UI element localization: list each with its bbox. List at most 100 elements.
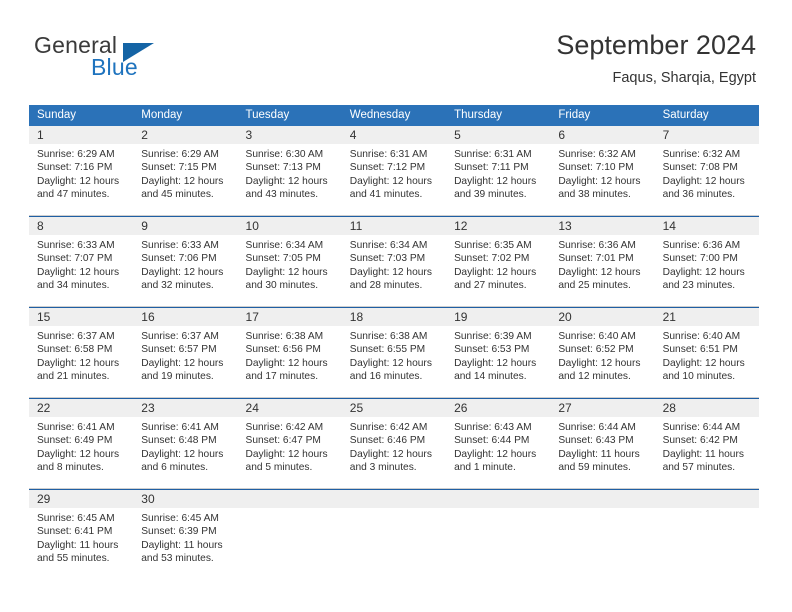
day-number [446, 490, 551, 508]
day-cell-empty [446, 490, 551, 565]
day-number: 23 [133, 399, 238, 417]
sunrise-text: Sunrise: 6:35 AM [454, 240, 532, 251]
day-number: 21 [654, 308, 759, 326]
day-info [238, 508, 342, 512]
day-cell[interactable]: 26 Sunrise: 6:43 AM Sunset: 6:44 PM Dayl… [446, 399, 551, 474]
sunrise-text: Sunrise: 6:36 AM [662, 240, 741, 251]
day-cell[interactable]: 14 Sunrise: 6:36 AM Sunset: 7:00 PM Dayl… [654, 217, 759, 292]
day-cell[interactable]: 9 Sunrise: 6:33 AM Sunset: 7:06 PM Dayli… [133, 217, 238, 292]
day-info: Sunrise: 6:33 AM Sunset: 7:07 PM Dayligh… [29, 235, 133, 292]
day-cell[interactable]: 28 Sunrise: 6:44 AM Sunset: 6:42 PM Dayl… [654, 399, 759, 474]
day-cell-empty [654, 490, 759, 565]
day-cell[interactable]: 20 Sunrise: 6:40 AM Sunset: 6:52 PM Dayl… [550, 308, 655, 383]
daylight-line2: and 45 minutes. [141, 188, 214, 200]
day-cell[interactable]: 16 Sunrise: 6:37 AM Sunset: 6:57 PM Dayl… [133, 308, 238, 383]
daylight-line2: and 30 minutes. [245, 279, 319, 291]
day-cell[interactable]: 24 Sunrise: 6:42 AM Sunset: 6:47 PM Dayl… [237, 399, 342, 474]
day-info: Sunrise: 6:37 AM Sunset: 6:57 PM Dayligh… [133, 326, 237, 383]
day-cell[interactable]: 19 Sunrise: 6:39 AM Sunset: 6:53 PM Dayl… [446, 308, 551, 383]
daylight-line2: and 23 minutes. [662, 279, 736, 291]
sunrise-text: Sunrise: 6:41 AM [37, 422, 115, 433]
daylight-line2: and 57 minutes. [662, 461, 736, 473]
sunrise-text: Sunrise: 6:44 AM [558, 422, 636, 433]
day-number: 18 [341, 308, 447, 326]
day-cell[interactable]: 4 Sunrise: 6:31 AM Sunset: 7:12 PM Dayli… [341, 126, 447, 201]
daylight-line2: and 19 minutes. [141, 370, 214, 382]
daylight-line2: and 3 minutes. [349, 461, 417, 473]
day-cell[interactable]: 18 Sunrise: 6:38 AM Sunset: 6:55 PM Dayl… [341, 308, 447, 383]
daylight-line2: and 32 minutes. [141, 279, 214, 291]
calendar-page: General Blue September 2024 Faqus, Sharq… [0, 0, 792, 612]
sunrise-text: Sunrise: 6:37 AM [141, 331, 219, 342]
daylight-line2: and 8 minutes. [37, 461, 104, 473]
day-cell[interactable]: 15 Sunrise: 6:37 AM Sunset: 6:58 PM Dayl… [29, 308, 134, 383]
sunrise-text: Sunrise: 6:33 AM [141, 240, 219, 251]
sunrise-text: Sunrise: 6:29 AM [141, 149, 219, 160]
sunset-text: Sunset: 7:12 PM [349, 162, 426, 174]
daylight-line1: Daylight: 12 hours [245, 266, 328, 278]
day-cell[interactable]: 12 Sunrise: 6:35 AM Sunset: 7:02 PM Dayl… [446, 217, 551, 292]
sunset-text: Sunset: 6:41 PM [37, 526, 113, 538]
daylight-line2: and 14 minutes. [454, 370, 527, 382]
day-cell[interactable]: 5 Sunrise: 6:31 AM Sunset: 7:11 PM Dayli… [446, 126, 551, 201]
day-info: Sunrise: 6:31 AM Sunset: 7:11 PM Dayligh… [446, 144, 550, 201]
location-subtitle: Faqus, Sharqia, Egypt [612, 70, 756, 86]
daylight-line1: Daylight: 12 hours [141, 175, 224, 187]
daylight-line2: and 27 minutes. [454, 279, 527, 291]
day-info: Sunrise: 6:31 AM Sunset: 7:12 PM Dayligh… [342, 144, 446, 201]
day-info: Sunrise: 6:45 AM Sunset: 6:39 PM Dayligh… [133, 508, 237, 565]
day-number: 4 [341, 126, 447, 144]
day-cell[interactable]: 6 Sunrise: 6:32 AM Sunset: 7:10 PM Dayli… [550, 126, 655, 201]
day-cell[interactable]: 29 Sunrise: 6:45 AM Sunset: 6:41 PM Dayl… [29, 490, 134, 565]
day-cell[interactable]: 30 Sunrise: 6:45 AM Sunset: 6:39 PM Dayl… [133, 490, 238, 565]
day-cell[interactable]: 11 Sunrise: 6:34 AM Sunset: 7:03 PM Dayl… [341, 217, 447, 292]
daylight-line2: and 25 minutes. [558, 279, 631, 291]
daylight-line2: and 41 minutes. [349, 188, 423, 200]
day-number [654, 490, 759, 508]
day-cell[interactable]: 22 Sunrise: 6:41 AM Sunset: 6:49 PM Dayl… [29, 399, 134, 474]
day-cell[interactable]: 25 Sunrise: 6:42 AM Sunset: 6:46 PM Dayl… [341, 399, 447, 474]
day-cell[interactable]: 27 Sunrise: 6:44 AM Sunset: 6:43 PM Dayl… [550, 399, 655, 474]
sunset-text: Sunset: 7:16 PM [37, 162, 113, 174]
day-info: Sunrise: 6:38 AM Sunset: 6:55 PM Dayligh… [342, 326, 446, 383]
day-info: Sunrise: 6:40 AM Sunset: 6:51 PM Dayligh… [655, 326, 759, 383]
day-cell[interactable]: 7 Sunrise: 6:32 AM Sunset: 7:08 PM Dayli… [654, 126, 759, 201]
weekday-header-thursday: Thursday [454, 109, 502, 121]
sunrise-text: Sunrise: 6:31 AM [349, 149, 428, 160]
day-cell[interactable]: 2 Sunrise: 6:29 AM Sunset: 7:15 PM Dayli… [133, 126, 238, 201]
day-cell[interactable]: 10 Sunrise: 6:34 AM Sunset: 7:05 PM Dayl… [237, 217, 342, 292]
day-cell[interactable]: 13 Sunrise: 6:36 AM Sunset: 7:01 PM Dayl… [550, 217, 655, 292]
day-info: Sunrise: 6:41 AM Sunset: 6:49 PM Dayligh… [29, 417, 133, 474]
day-cell[interactable]: 17 Sunrise: 6:38 AM Sunset: 6:56 PM Dayl… [237, 308, 342, 383]
day-info: Sunrise: 6:36 AM Sunset: 7:01 PM Dayligh… [550, 235, 654, 292]
day-info: Sunrise: 6:44 AM Sunset: 6:43 PM Dayligh… [550, 417, 654, 474]
day-cell[interactable]: 3 Sunrise: 6:30 AM Sunset: 7:13 PM Dayli… [237, 126, 342, 201]
daylight-line1: Daylight: 11 hours [662, 448, 744, 460]
day-number [550, 490, 655, 508]
weekday-header-wednesday: Wednesday [349, 109, 411, 121]
day-cell[interactable]: 1 Sunrise: 6:29 AM Sunset: 7:16 PM Dayli… [29, 126, 134, 201]
day-info: Sunrise: 6:43 AM Sunset: 6:44 PM Dayligh… [446, 417, 550, 474]
sunset-text: Sunset: 6:49 PM [37, 435, 113, 447]
sunrise-text: Sunrise: 6:36 AM [558, 240, 636, 251]
sunset-text: Sunset: 6:44 PM [454, 435, 530, 447]
daylight-line1: Daylight: 12 hours [349, 357, 432, 369]
daylight-line1: Daylight: 11 hours [558, 448, 640, 460]
day-number: 29 [29, 490, 134, 508]
daylight-line1: Daylight: 12 hours [245, 448, 328, 460]
day-info: Sunrise: 6:40 AM Sunset: 6:52 PM Dayligh… [550, 326, 654, 383]
daylight-line2: and 1 minute. [454, 461, 516, 473]
daylight-line1: Daylight: 12 hours [37, 175, 120, 187]
sunrise-text: Sunrise: 6:38 AM [245, 331, 324, 342]
generalblue-logo[interactable]: General Blue [34, 32, 274, 84]
daylight-line1: Daylight: 12 hours [558, 175, 641, 187]
day-number: 27 [550, 399, 655, 417]
daylight-line2: and 10 minutes. [662, 370, 736, 382]
day-cell[interactable]: 23 Sunrise: 6:41 AM Sunset: 6:48 PM Dayl… [133, 399, 238, 474]
day-cell[interactable]: 21 Sunrise: 6:40 AM Sunset: 6:51 PM Dayl… [654, 308, 759, 383]
daylight-line2: and 47 minutes. [37, 188, 110, 200]
day-info: Sunrise: 6:34 AM Sunset: 7:03 PM Dayligh… [342, 235, 446, 292]
daylight-line1: Daylight: 12 hours [349, 448, 432, 460]
day-cell[interactable]: 8 Sunrise: 6:33 AM Sunset: 7:07 PM Dayli… [29, 217, 134, 292]
day-number: 14 [654, 217, 759, 235]
